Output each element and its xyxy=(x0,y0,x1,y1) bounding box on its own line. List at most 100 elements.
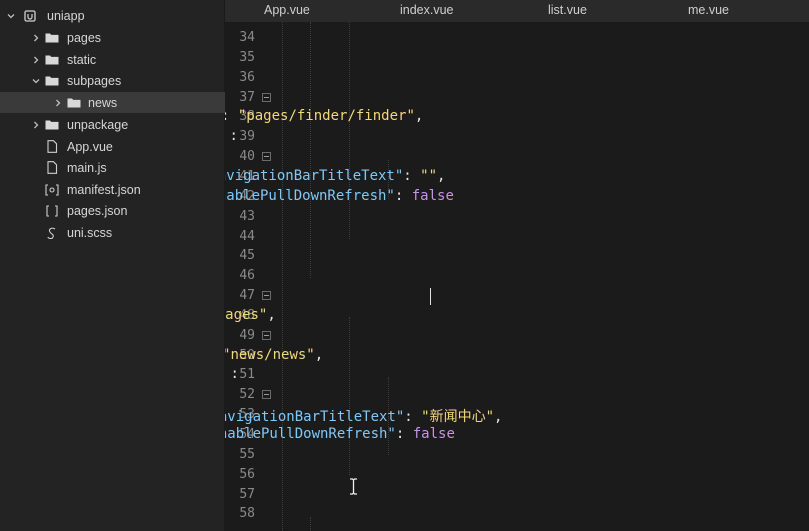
tree-item-label: main.js xyxy=(67,160,107,175)
line-number: 40 xyxy=(239,149,255,165)
tree-item-unpackage[interactable]: unpackage xyxy=(0,114,225,135)
fold-toggle-icon[interactable] xyxy=(262,291,271,301)
mouse-ibeam-cursor-icon xyxy=(349,478,358,499)
code-token: : xyxy=(395,426,413,442)
editor-tab-bar: App.vue index.vue list.vue me.vue xyxy=(225,0,809,22)
code-token: "subpages" xyxy=(225,306,268,323)
code-line[interactable]: 57}], xyxy=(225,485,809,505)
code-line[interactable]: 37,{ xyxy=(225,88,809,108)
code-line[interactable]: 45} xyxy=(225,246,809,266)
tree-item-uniapp[interactable]: uniapp xyxy=(0,5,225,26)
code-line[interactable]: 40{ xyxy=(225,147,809,167)
chevron-right-icon[interactable] xyxy=(30,32,42,44)
fold-toggle-icon[interactable] xyxy=(262,92,271,102)
tree-item-news[interactable]: news xyxy=(0,92,225,113)
code-token: "" xyxy=(420,167,438,184)
json-file-icon xyxy=(45,204,59,217)
vue-file-icon xyxy=(45,140,59,153)
code-token: , xyxy=(494,409,503,426)
code-line[interactable]: 34} xyxy=(225,28,809,48)
code-token: : xyxy=(230,366,239,383)
tree-item-label: pages xyxy=(67,30,102,45)
code-line[interactable]: 41"navigationBarTitleText": "", xyxy=(225,167,809,187)
tab-me-vue[interactable]: me.vue xyxy=(688,3,729,17)
tree-item-manifest-json[interactable]: manifest.json xyxy=(0,179,225,200)
folder-icon xyxy=(45,32,59,44)
fold-toggle-icon[interactable] xyxy=(262,390,271,400)
tree-item-subpages[interactable]: subpages xyxy=(0,70,225,91)
code-token: , xyxy=(414,108,424,125)
line-number: 35 xyxy=(239,49,255,65)
code-line[interactable]: 53"navigationBarTitleText": "新闻中心", xyxy=(225,405,809,425)
code-token: , xyxy=(437,167,446,184)
code-token: "enablePullDownRefresh" xyxy=(225,426,396,442)
code-line[interactable]: 47"subPackages":[{ xyxy=(225,286,809,306)
tree-item-app-vue[interactable]: App.vue xyxy=(0,136,225,157)
tree-item-label: manifest.json xyxy=(67,182,141,197)
code-line[interactable]: 48"root":"subpages", xyxy=(225,306,809,326)
fold-toggle-icon[interactable] xyxy=(262,152,271,162)
code-line[interactable]: 54"enablePullDownRefresh": false xyxy=(225,425,809,445)
code-line[interactable]: 36} xyxy=(225,68,809,88)
code-line[interactable]: 42"enablePullDownRefresh": false xyxy=(225,187,809,207)
code-line[interactable]: 46], xyxy=(225,266,809,286)
tree-item-static[interactable]: static xyxy=(0,49,225,70)
file-explorer: uniapp pages static subpages news unpackage Ap… xyxy=(0,0,225,531)
code-line[interactable]: 52{ xyxy=(225,385,809,405)
code-line[interactable]: 50"path":"news/news", xyxy=(225,346,809,366)
code-token: false xyxy=(411,187,454,204)
code-line[interactable]: 38"path" : "pages/finder/finder", xyxy=(225,107,809,127)
line-number: 57 xyxy=(239,486,255,502)
chevron-right-icon[interactable] xyxy=(30,119,42,131)
line-number: 34 xyxy=(239,30,255,45)
code-text: "enablePullDownRefresh": false xyxy=(225,188,454,204)
tree-item-pages[interactable]: pages xyxy=(0,27,225,48)
code-line[interactable]: 39"style" : xyxy=(225,127,809,147)
chevron-down-icon[interactable] xyxy=(30,75,42,87)
tab-app-vue[interactable]: App.vue xyxy=(264,3,310,17)
chevron-right-icon[interactable] xyxy=(30,54,42,66)
text-caret xyxy=(430,288,431,306)
code-line[interactable]: 35 xyxy=(225,48,809,68)
code-token: "pages/finder/finder" xyxy=(237,108,415,125)
code-token: "新闻中心" xyxy=(421,409,495,426)
folder-icon xyxy=(45,75,59,87)
line-number: 58 xyxy=(239,506,255,522)
code-token: : xyxy=(229,128,238,145)
folder-icon xyxy=(45,54,59,66)
code-line[interactable]: 56}] xyxy=(225,465,809,485)
code-text: "enablePullDownRefresh": false xyxy=(225,426,455,442)
code-line[interactable]: 43} xyxy=(225,207,809,227)
chevron-down-icon[interactable] xyxy=(5,10,17,22)
fold-toggle-icon[interactable] xyxy=(262,330,271,340)
code-line[interactable]: 55} xyxy=(225,445,809,465)
code-line[interactable]: 44 xyxy=(225,227,809,247)
code-text: "navigationBarTitleText": "新闻中心", xyxy=(225,406,502,426)
code-editor[interactable]: 34}35 36}37,{38"path" : "pages/finder/fin… xyxy=(225,22,809,531)
code-token: "news/news" xyxy=(225,346,315,363)
code-token: false xyxy=(412,426,455,442)
tree-item-main-js[interactable]: main.js xyxy=(0,157,225,178)
tab-list-vue[interactable]: list.vue xyxy=(548,3,587,17)
tree-item-pages-json[interactable]: pages.json xyxy=(0,200,225,221)
tab-index-vue[interactable]: index.vue xyxy=(400,3,454,17)
code-text: "style" : xyxy=(225,366,239,383)
line-number: 47 xyxy=(239,288,255,304)
tree-item-uni-scss[interactable]: uni.scss xyxy=(0,222,225,243)
code-line[interactable]: 58"globalStyle": { xyxy=(225,504,809,524)
chevron-right-icon[interactable] xyxy=(52,97,64,109)
code-token: : xyxy=(404,409,422,426)
js-file-icon xyxy=(45,161,59,174)
code-text: "root":"subpages", xyxy=(225,307,276,323)
code-line[interactable]: 49"pages":[{ xyxy=(225,326,809,346)
code-token: "navigationBarTitleText" xyxy=(225,409,405,426)
folder-icon xyxy=(67,97,81,109)
code-line[interactable]: 51"style" : xyxy=(225,365,809,385)
code-text: "style" : xyxy=(225,128,238,145)
project-icon xyxy=(23,9,37,22)
code-text: "path":"news/news", xyxy=(225,347,323,363)
line-number: 56 xyxy=(239,466,255,482)
tree-item-label: App.vue xyxy=(67,139,113,154)
line-number: 37 xyxy=(239,89,255,105)
line-number: 43 xyxy=(239,208,255,224)
